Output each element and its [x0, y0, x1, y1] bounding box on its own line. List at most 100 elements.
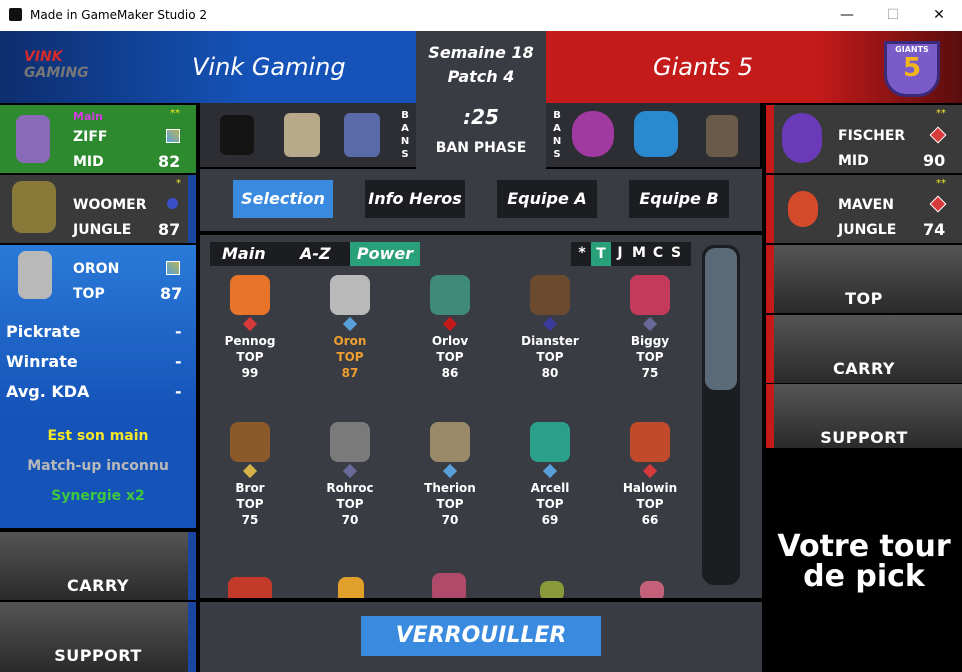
tabs-panel: Selection Info Heros Equipe A Equipe B — [200, 169, 762, 231]
minimize-button[interactable]: — — [824, 0, 870, 31]
bans-letter: N — [400, 136, 410, 147]
hero-card-arcell[interactable]: Arcell TOP 69 — [500, 422, 600, 528]
team-a-slot-carry[interactable]: CARRY — [0, 532, 196, 600]
hero-power: 75 — [641, 366, 659, 380]
synergy-bonus: Synergie x2 — [51, 488, 145, 504]
hero-name: Orlov — [431, 334, 469, 348]
kda-label: Avg. KDA — [6, 382, 90, 401]
filter-jungle[interactable]: J — [613, 245, 627, 261]
team-a-header: VINK GAMING Vink Gaming — [0, 31, 416, 103]
sort-az[interactable]: A-Z — [300, 244, 331, 263]
hero-sprite-icon — [430, 275, 470, 315]
hero-power: 86 — [441, 366, 459, 380]
hero-name: Arcell — [530, 481, 570, 495]
filter-mid[interactable]: M — [631, 245, 647, 261]
team-b-header: Giants 5 GIANTS 5 — [546, 31, 962, 103]
team-color-bar — [766, 105, 774, 173]
hero-sprite-icon — [432, 573, 466, 598]
ban-hero-knight-icon — [344, 113, 380, 157]
role-icon — [929, 126, 947, 144]
stars: * — [176, 178, 181, 189]
role-diamond-icon — [542, 316, 558, 332]
hero-sprite-icon — [228, 577, 272, 598]
team-b-player-fischer[interactable]: ** FISCHER MID 90 — [766, 105, 962, 173]
week-label: Semaine 18 — [428, 43, 534, 62]
team-a-player-oron[interactable]: ORON TOP 87 Pickrate - Winrate - Avg. KD… — [0, 245, 196, 528]
hero-card-therion[interactable]: Therion TOP 70 — [400, 422, 500, 528]
team-color-bar — [766, 175, 774, 243]
player-role: JUNGLE — [73, 222, 132, 238]
filter-top[interactable]: T — [591, 242, 611, 266]
team-a-player-ziff[interactable]: Main ** ZIFF MID 82 — [0, 105, 196, 173]
player-score: 90 — [923, 151, 946, 170]
sort-power[interactable]: Power — [350, 242, 420, 266]
slot-label: CARRY — [833, 359, 895, 378]
team-a-player-woomer[interactable]: * WOOMER JUNGLE 87 — [0, 175, 196, 243]
role-icon — [166, 261, 180, 275]
role-icon — [167, 198, 178, 209]
filter-all[interactable]: * — [575, 245, 589, 261]
bans-letter: A — [553, 123, 561, 134]
hero-card-oron[interactable]: Oron TOP 87 — [300, 275, 400, 381]
tab-equipe-a[interactable]: Equipe A — [497, 180, 597, 218]
turn-message: Votre tour de pick — [777, 529, 951, 594]
hero-role: TOP — [436, 350, 464, 364]
hero-card-halowin[interactable]: Halowin TOP 66 — [600, 422, 700, 528]
close-button[interactable]: ✕ — [916, 0, 962, 31]
role-diamond-icon — [342, 463, 358, 479]
phase-label: BAN PHASE — [435, 140, 527, 156]
maximize-button[interactable]: ☐ — [870, 0, 916, 31]
timer: :25 — [463, 105, 499, 129]
pickrate-value: - — [175, 322, 182, 341]
filter-carry[interactable]: C — [651, 245, 665, 261]
hero-role: TOP — [336, 497, 364, 511]
sort-bar: Main A-Z Power — [210, 242, 420, 266]
hero-power: 80 — [541, 366, 559, 380]
player-score: 87 — [158, 220, 181, 239]
pickrate-label: Pickrate — [6, 322, 81, 341]
bans-letter: S — [401, 149, 409, 160]
player-name: MAVEN — [838, 197, 894, 213]
window-titlebar: Made in GameMaker Studio 2 — ☐ ✕ — [0, 0, 962, 32]
bans-letter: A — [401, 123, 409, 134]
badge-number: 5 — [902, 53, 922, 83]
ban-hero-dwarf-icon — [706, 115, 738, 157]
hero-card-orlov[interactable]: Orlov TOP 86 — [400, 275, 500, 381]
slot-label: SUPPORT — [54, 646, 142, 665]
hero-role: TOP — [236, 350, 264, 364]
tab-equipe-b[interactable]: Equipe B — [629, 180, 729, 218]
hero-card-pennog[interactable]: Pennog TOP 99 — [200, 275, 300, 381]
team-b-slot-carry[interactable]: CARRY — [766, 315, 962, 383]
hero-sprite-icon — [430, 422, 470, 462]
role-diamond-icon — [542, 463, 558, 479]
bans-label-a: B A N S — [398, 109, 412, 161]
hero-role: TOP — [336, 350, 364, 364]
team-b-slot-top[interactable]: TOP — [766, 245, 962, 313]
hero-sprite-icon — [630, 275, 670, 315]
hero-card-dianster[interactable]: Dianster TOP 80 — [500, 275, 600, 381]
hero-name: Pennog — [224, 334, 276, 348]
hero-card-biggy[interactable]: Biggy TOP 75 — [600, 275, 700, 381]
scrollbar-thumb[interactable] — [705, 248, 737, 390]
team-a-slot-support[interactable]: SUPPORT — [0, 602, 196, 672]
giants-badge-icon: GIANTS 5 — [884, 41, 940, 97]
player-role: MID — [73, 154, 104, 170]
filter-support[interactable]: S — [669, 245, 683, 261]
hero-role: TOP — [536, 350, 564, 364]
lock-button[interactable]: VERROUILLER — [361, 616, 601, 656]
sort-main[interactable]: Main — [222, 244, 266, 263]
hero-power: 70 — [341, 513, 359, 527]
winrate-value: - — [175, 352, 182, 371]
hero-sprite-icon — [540, 581, 564, 598]
team-b-player-maven[interactable]: ** MAVEN JUNGLE 74 — [766, 175, 962, 243]
hero-sprite-icon — [530, 422, 570, 462]
team-b-slot-support[interactable]: SUPPORT — [766, 384, 962, 448]
hero-card-bror[interactable]: Bror TOP 75 — [200, 422, 300, 528]
hero-card-rohroc[interactable]: Rohroc TOP 70 — [300, 422, 400, 528]
tab-info-heros[interactable]: Info Heros — [365, 180, 465, 218]
bans-letter: N — [552, 136, 562, 147]
scrollbar-track[interactable] — [702, 245, 740, 585]
hero-portrait-icon — [16, 115, 50, 163]
slot-label: CARRY — [67, 576, 129, 595]
tab-selection[interactable]: Selection — [233, 180, 333, 218]
